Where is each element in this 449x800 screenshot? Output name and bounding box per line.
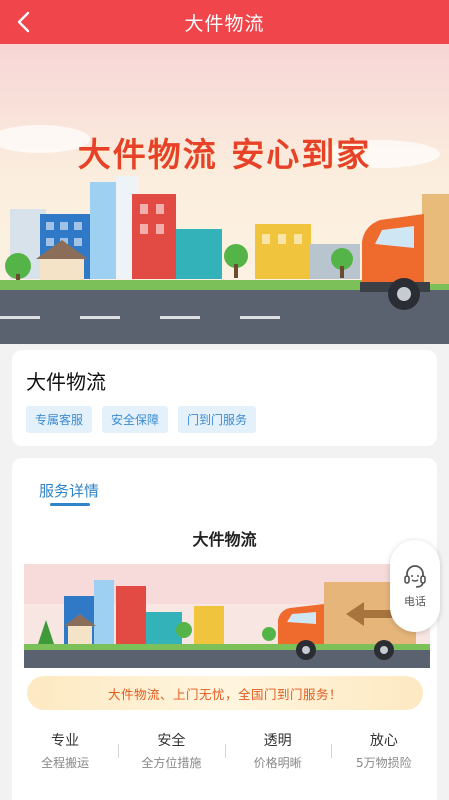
- product-title: 大件物流: [26, 370, 106, 394]
- feature-title: 安全: [157, 733, 186, 749]
- service-details-card: 服务详情 大件物流 大件物流、上门无忧，全国门到门服务！ 专业 全程搬运 安全 …: [12, 458, 437, 800]
- feature-assured: 放心 5万物损险: [330, 730, 437, 771]
- tag-dedicated-service: 专属客服: [26, 406, 93, 433]
- feature-professional: 专业 全程搬运: [12, 730, 118, 771]
- service-slogan: 大件物流、上门无忧，全国门到门服务！: [27, 676, 423, 710]
- feature-title: 放心: [369, 733, 398, 749]
- top-bar: 大件物流: [0, 0, 449, 44]
- feature-list: 专业 全程搬运 安全 全方位措施 透明 价格明晰 放心 5万物损险: [12, 730, 437, 771]
- product-card: 大件物流 专属客服 安全保障 门到门服务: [12, 350, 437, 446]
- hero-banner: 大件物流 安心到家: [0, 44, 449, 344]
- details-heading: 大件物流: [192, 530, 257, 549]
- tab-service-details[interactable]: 服务详情: [39, 480, 99, 501]
- feature-title: 专业: [51, 733, 80, 749]
- phone-label: 电话: [404, 595, 426, 608]
- feature-subtitle: 价格明晰: [253, 756, 302, 770]
- tag-door-to-door: 门到门服务: [178, 406, 257, 433]
- tag-safety: 安全保障: [102, 406, 169, 433]
- back-button[interactable]: [8, 6, 40, 38]
- phone-button[interactable]: 电话: [390, 540, 440, 632]
- chevron-left-icon: [17, 11, 30, 33]
- details-illustration: [24, 564, 430, 668]
- feature-subtitle: 全程搬运: [41, 756, 90, 770]
- feature-safe: 安全 全方位措施: [118, 730, 224, 771]
- tab-underline: [50, 503, 90, 506]
- tag-list: 专属客服 安全保障 门到门服务: [26, 406, 257, 433]
- page-title: 大件物流: [184, 12, 265, 35]
- banner-slogan: 大件物流 安心到家: [77, 135, 372, 174]
- feature-subtitle: 5万物损险: [356, 756, 412, 770]
- feature-transparent: 透明 价格明晰: [224, 730, 331, 771]
- city-truck-illustration: [0, 44, 449, 344]
- feature-subtitle: 全方位措施: [141, 756, 202, 770]
- feature-title: 透明: [263, 733, 292, 749]
- headset-icon: [404, 565, 426, 588]
